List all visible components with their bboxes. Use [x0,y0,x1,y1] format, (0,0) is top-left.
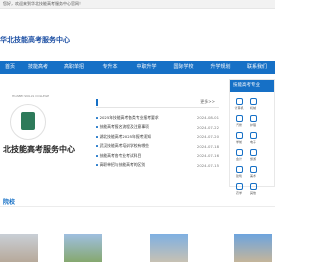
news-header: 更多>> [96,98,219,108]
nav-item-international[interactable]: 国际学校 [165,61,202,74]
school-cards [0,226,275,262]
major-item[interactable]: 护理 [246,113,260,130]
majors-grid: 计算机 机械 汽修 护理 学前 电子 会计 旅游 建筑 美术 农学 其他 [230,92,274,198]
bullet-icon [96,116,98,119]
major-icon [235,115,243,122]
major-label: 电子 [249,140,256,144]
major-item[interactable]: 学前 [232,130,246,147]
major-icon [235,149,243,156]
banner-image: HUABEI SKILLS COLLEGE 北技能高考服务中心 [0,88,88,172]
news-list: 2025年技能高考各类专业报考要求 2024-08-01 技能高考报名流程及注意事… [96,113,219,170]
major-icon [249,149,257,156]
news-title: 技能高考报名流程及注意事项 [99,124,149,130]
major-icon [235,132,243,139]
major-label: 护理 [249,123,256,127]
section-title: 院校 [3,199,16,206]
major-icon [249,183,257,190]
major-label: 农学 [235,191,242,195]
major-item[interactable]: 汽修 [232,113,246,130]
major-icon [235,98,243,105]
news-accent-bar [96,99,98,106]
major-item[interactable]: 旅游 [246,147,260,164]
main-nav: 首页 技能高考 高职单招 专升本 中职升学 国际学校 升学规划 联系我们 [0,61,275,74]
bullet-icon [96,126,98,129]
emblem-text: HUABEI SKILLS COLLEGE [12,94,50,98]
bullet-icon [96,145,98,148]
section-divider [0,206,275,207]
major-item[interactable]: 建筑 [232,164,246,181]
major-label: 建筑 [235,174,242,178]
news-date: 2024-07-20 [196,134,219,140]
news-date: 2024-07-15 [196,162,219,168]
news-item[interactable]: 武汉技能高考培训学校有哪些 2024-07-18 [96,142,219,152]
majors-panel: 技能高考专业 计算机 机械 汽修 护理 学前 电子 会计 旅游 建筑 美术 农学… [229,79,275,195]
major-label: 机械 [249,106,256,110]
news-panel: 更多>> 2025年技能高考各类专业报考要求 2024-08-01 技能高考报名流… [96,98,219,170]
nav-item-secondary[interactable]: 中职升学 [128,61,165,74]
major-icon [235,183,243,190]
nav-item-planning[interactable]: 升学规划 [202,61,239,74]
news-item[interactable]: 湖北技能高考2025年报考须知 2024-07-20 [96,132,219,142]
news-title: 技能高考各专业考试科目 [99,152,142,158]
major-item[interactable]: 其他 [246,181,260,198]
news-item[interactable]: 高职单招与技能高考的区别 2024-07-15 [96,161,219,171]
school-card-image[interactable] [64,234,102,262]
news-date: 2024-07-16 [196,153,219,159]
bullet-icon [96,135,98,138]
news-title: 湖北技能高考2025年报考须知 [99,133,152,139]
top-bar: 您好，欢迎来到华北技能高考服务中心官网！ [0,0,275,9]
major-label: 美术 [249,174,256,178]
nav-item-home[interactable]: 首页 [0,61,20,74]
major-icon [249,115,257,122]
school-card-image[interactable] [150,234,188,262]
news-item[interactable]: 技能高考各专业考试科目 2024-07-16 [96,151,219,161]
major-item[interactable]: 计算机 [232,96,246,113]
site-name: 华北技能高考服务中心 [0,36,70,44]
major-icon [249,166,257,173]
news-date: 2024-07-22 [196,124,219,130]
nav-item-vocational[interactable]: 高职单招 [56,61,92,74]
news-date: 2024-08-01 [196,115,219,121]
nav-item-contact[interactable]: 联系我们 [239,61,275,74]
news-title: 高职单招与技能高考的区别 [99,162,146,168]
major-label: 汽修 [235,123,242,127]
banner-caption: 北技能高考服务中心 [3,145,75,154]
major-label: 学前 [235,140,242,144]
news-title: 2025年技能高考各类专业报考要求 [99,114,159,120]
major-item[interactable]: 美术 [246,164,260,181]
school-card-image[interactable] [234,234,272,262]
news-date: 2024-07-18 [196,143,219,149]
major-item[interactable]: 电子 [246,130,260,147]
news-title: 武汉技能高考培训学校有哪些 [99,143,149,149]
news-item[interactable]: 2025年技能高考各类专业报考要求 2024-08-01 [96,113,219,123]
major-label: 会计 [235,157,242,161]
major-icon [249,98,257,105]
major-icon [249,132,257,139]
school-emblem-icon [10,104,46,140]
major-label: 旅游 [249,157,256,161]
site-logo[interactable]: 华北技能高考服务中心 [0,28,70,52]
news-more-link[interactable]: 更多>> [200,99,215,105]
major-label: 其他 [249,191,256,195]
major-item[interactable]: 会计 [232,147,246,164]
bullet-icon [96,154,98,157]
school-card-image[interactable] [0,234,38,262]
nav-item-upgrade[interactable]: 专升本 [92,61,128,74]
nav-item-skills[interactable]: 技能高考 [20,61,56,74]
major-label: 计算机 [234,106,244,110]
bullet-icon [96,164,98,167]
major-item[interactable]: 农学 [232,181,246,198]
major-icon [235,166,243,173]
welcome-text: 您好，欢迎来到华北技能高考服务中心官网！ [3,1,83,6]
major-item[interactable]: 机械 [246,96,260,113]
news-item[interactable]: 技能高考报名流程及注意事项 2024-07-22 [96,123,219,133]
majors-panel-title: 技能高考专业 [230,80,274,92]
